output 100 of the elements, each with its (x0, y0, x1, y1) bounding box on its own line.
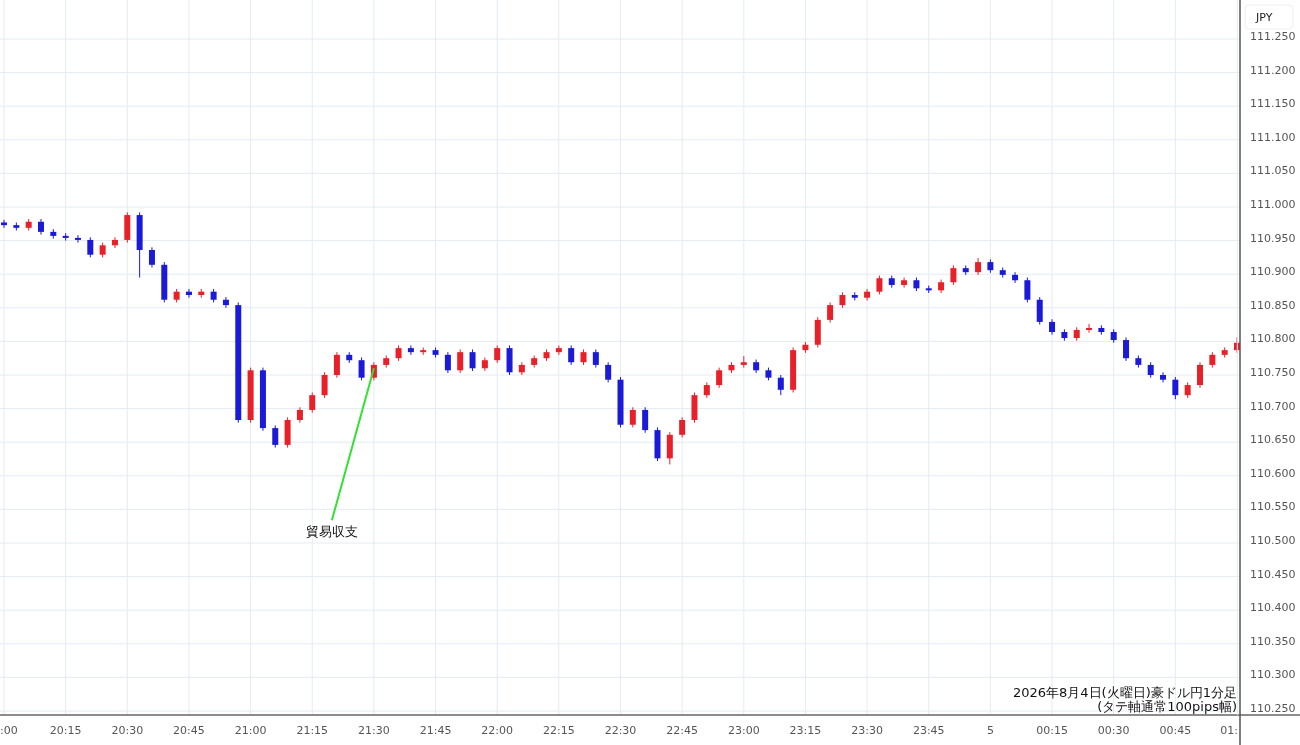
candlestick (284, 416, 291, 449)
candlestick (691, 391, 698, 424)
x-axis-label: 20:30 (111, 724, 144, 737)
candlestick (1110, 328, 1117, 344)
candlestick (210, 288, 217, 303)
candlestick (383, 355, 390, 369)
y-axis-label: 110.350 (1250, 634, 1296, 648)
candlestick (901, 277, 908, 289)
x-axis-label: 5 (986, 724, 994, 737)
x-axis-label: 23:45 (912, 724, 945, 737)
candlestick (1147, 361, 1154, 379)
x-axis-label: 22:15 (543, 724, 575, 737)
candlestick (753, 359, 760, 374)
candlestick (309, 391, 316, 414)
candlestick (876, 275, 883, 295)
candlestick (777, 374, 784, 396)
candlestick (851, 291, 858, 301)
x-axis-label: 00:15 (1036, 724, 1068, 737)
candlestick (185, 288, 192, 299)
candlestick (962, 264, 969, 276)
candlestick (87, 236, 94, 258)
candlestick (555, 344, 562, 356)
candlestick (13, 221, 20, 231)
candlestick (1036, 296, 1043, 326)
candlestick (161, 261, 168, 303)
candlestick (629, 406, 636, 428)
y-axis-label: 110.500 (1250, 534, 1296, 547)
y-axis-label: 110.300 (1250, 668, 1296, 682)
candlestick (321, 371, 328, 399)
y-axis-label: 110.400 (1250, 601, 1296, 615)
y-axis-label: 110.950 (1250, 231, 1296, 245)
candlestick (938, 279, 945, 294)
x-axis-label: :00 (0, 724, 18, 737)
y-axis-label: 110.650 (1250, 433, 1296, 447)
y-axis-label: 111.050 (1250, 164, 1296, 178)
candlestick (987, 258, 994, 274)
candlestick (827, 301, 834, 324)
candlestick (25, 218, 32, 231)
x-axis-label: 00:45 (1159, 724, 1192, 737)
x-axis-label: 22:45 (666, 724, 698, 737)
x-axis-label: 21:15 (296, 724, 329, 737)
candlestick (1024, 277, 1031, 303)
candlestick (1160, 371, 1166, 383)
x-axis-label: 21:45 (419, 724, 452, 737)
y-axis-label: 110.250 (1250, 702, 1296, 715)
candlestick (1073, 326, 1080, 342)
x-axis-label: 23:00 (727, 724, 760, 737)
candlestick (605, 361, 612, 383)
y-axis-label: 111.150 (1250, 97, 1296, 111)
candlestick (1, 219, 7, 229)
candlestick (1123, 336, 1130, 362)
x-axis-label: 23:30 (851, 724, 883, 737)
candlestick (62, 232, 69, 242)
candlestick (1086, 323, 1093, 334)
x-axis-label: 21:00 (234, 724, 267, 737)
candlestick (506, 344, 513, 376)
candlestick (259, 367, 266, 432)
candlestick (1172, 376, 1179, 400)
candlestick (913, 277, 920, 292)
candlestick (75, 234, 81, 244)
y-axis-label: 110.700 (1250, 399, 1296, 413)
candlestick (198, 288, 205, 299)
candlestick (1098, 324, 1105, 336)
candlestick (99, 242, 106, 258)
candlestick (790, 346, 797, 393)
candlestick (1197, 361, 1203, 389)
candlestick (1061, 328, 1068, 342)
currency-label: JPY (1244, 4, 1294, 30)
candlestick (1234, 336, 1240, 354)
candlestick (222, 296, 229, 309)
candlestick (1135, 355, 1142, 369)
candlestick (666, 431, 673, 465)
y-axis-label: 110.850 (1250, 298, 1296, 312)
candlestick (592, 348, 599, 369)
candlestick (679, 416, 686, 438)
y-axis-label: 111.000 (1250, 198, 1296, 211)
candlestick (580, 348, 587, 366)
candlestick (839, 291, 846, 309)
candlestick (420, 346, 427, 356)
candlestick (999, 267, 1006, 279)
candlestick (358, 357, 365, 381)
candlestick (814, 316, 821, 348)
candlestick (888, 275, 895, 289)
x-axis-label: 01: (1220, 724, 1238, 737)
candlestick (864, 288, 871, 301)
candlestick (247, 367, 254, 424)
candlestick (728, 361, 735, 374)
y-axis-label: 110.800 (1250, 332, 1296, 346)
candlestick (333, 351, 340, 379)
x-axis-label: 21:30 (358, 724, 390, 737)
candlestick (765, 367, 772, 381)
candlestick (531, 355, 538, 369)
candlestick (1049, 318, 1056, 336)
candlestick (1012, 271, 1019, 284)
annotation-label: 貿易収支 (305, 524, 358, 540)
candlestick (494, 344, 501, 364)
candlestick (1209, 351, 1216, 369)
candlestick (173, 288, 180, 303)
candlestick (802, 341, 809, 354)
candlestick (1221, 346, 1228, 359)
